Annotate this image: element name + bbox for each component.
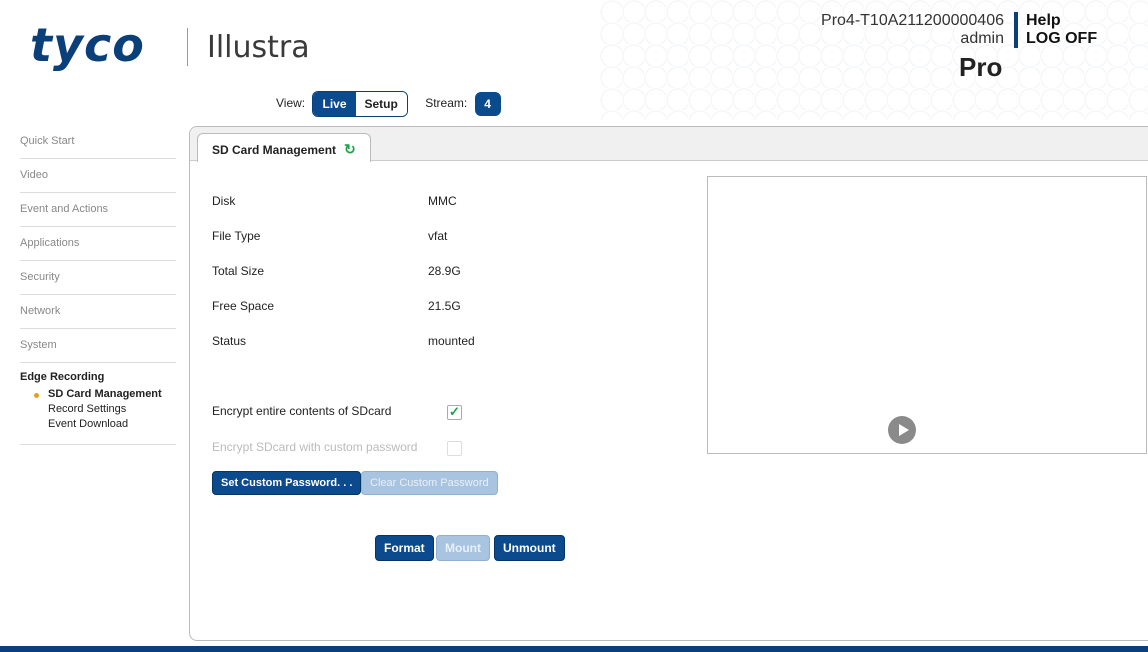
sidebar-item-network[interactable]: Network [20,295,176,329]
encrypt-checkbox[interactable]: ✓ [447,405,462,420]
footer-bar [0,646,1148,652]
sidebar-item-system[interactable]: System [20,329,176,363]
model-name: Pro [959,52,1003,82]
view-toggle: Live Setup [312,91,408,117]
status-value: mounted [428,334,475,348]
disk-value: MMC [428,194,457,208]
unmount-button[interactable]: Unmount [494,535,565,561]
free-space-value: 21.5G [428,299,461,313]
device-id: Pro4-T10A211200000406 [821,12,1004,29]
header: tyco Illustra Pro4-T10A211200000406 admi… [0,0,1148,120]
stream-button[interactable]: 4 [474,92,501,116]
help-links: Help LOG OFF [1026,12,1097,48]
clear-custom-password-button[interactable]: Clear Custom Password [361,471,498,495]
encrypt-label: Encrypt entire contents of SDcard [212,404,392,418]
sidebar-subitem-label: SD Card Management [48,388,162,400]
sidebar-group-edge-recording[interactable]: Edge Recording [20,363,176,383]
view-setup-button[interactable]: Setup [355,92,407,116]
refresh-icon[interactable]: ↻ [344,141,356,157]
play-icon[interactable] [888,416,916,444]
total-size-value: 28.9G [428,264,461,278]
logoff-link[interactable]: LOG OFF [1026,30,1097,48]
tab-label: SD Card Management [212,143,337,157]
help-link[interactable]: Help [1026,12,1097,30]
total-size-label: Total Size [212,264,265,278]
content-panel: SD Card Management ↻ Disk MMC File Type v… [189,126,1148,641]
sidebar-subitem-record-settings[interactable]: Record Settings [20,402,176,417]
logo-divider [187,28,188,66]
illustra-logo: Illustra [207,30,310,65]
sidebar-item-security[interactable]: Security [20,261,176,295]
format-button[interactable]: Format [375,535,434,561]
mount-button[interactable]: Mount [436,535,490,561]
sidebar-divider [20,432,176,445]
disk-label: Disk [212,194,236,208]
sidebar-subitem-event-download[interactable]: Event Download [20,417,176,432]
sidebar-item-applications[interactable]: Applications [20,227,176,261]
custom-password-checkbox[interactable] [447,441,462,456]
sidebar-item-video[interactable]: Video [20,159,176,193]
tab-bar: SD Card Management ↻ [190,127,1148,162]
status-label: Status [212,334,247,348]
device-info: Pro4-T10A211200000406 admin [821,12,1004,48]
tab-sd-card-management[interactable]: SD Card Management ↻ [197,133,371,162]
video-preview[interactable] [707,176,1147,454]
header-accent-bar [1014,12,1018,48]
custom-password-label: Encrypt SDcard with custom password [212,440,418,454]
tyco-logo: tyco [30,18,145,72]
set-custom-password-button[interactable]: Set Custom Password. . . [212,471,362,495]
file-type-value: vfat [428,229,448,243]
sidebar-subitem-sd-card-management[interactable]: SD Card Management [20,387,176,402]
sidebar-item-event-and-actions[interactable]: Event and Actions [20,193,176,227]
sidebar-item-quick-start[interactable]: Quick Start [20,125,176,159]
user-name: admin [960,30,1004,47]
sidebar: Quick Start Video Event and Actions Appl… [20,125,176,445]
active-dot-icon [34,393,39,398]
stream-label: Stream: [425,96,468,111]
view-controls: View: Live Setup Stream: 4 [276,91,501,117]
view-label: View: [276,96,306,111]
view-live-button[interactable]: Live [313,92,356,116]
file-type-label: File Type [212,229,261,243]
free-space-label: Free Space [212,299,275,313]
